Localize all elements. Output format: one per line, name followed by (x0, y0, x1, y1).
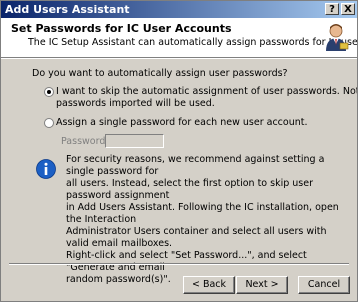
question-text: Do you want to automatically assign user… (32, 68, 288, 79)
add-users-assistant-window: Add Users Assistant ? X Set Passwords fo… (0, 0, 358, 302)
password-label: Password: (61, 136, 109, 147)
security-note-line: all users. Instead, select the first opt… (66, 178, 313, 201)
radio-selected-dot (47, 90, 51, 94)
password-field[interactable] (105, 134, 164, 148)
footer-separator-highlight (9, 264, 349, 265)
option-skip-label-line1: I want to skip the automatic assignment … (56, 86, 357, 97)
back-button[interactable]: < Back (183, 276, 235, 294)
window-title: Add Users Assistant (5, 3, 130, 16)
title-bar[interactable]: Add Users Assistant ? X (1, 1, 357, 18)
cancel-button[interactable]: Cancel (298, 276, 350, 294)
user-icon (326, 24, 349, 51)
page-subtitle: The IC Setup Assistant can automatically… (28, 37, 358, 48)
security-note: For security reasons, we recommend again… (66, 154, 351, 286)
radio-skip[interactable] (44, 87, 54, 97)
security-note-line: For security reasons, we recommend again… (66, 154, 325, 177)
help-button[interactable]: ? (325, 3, 339, 15)
security-note-line: Administrator Users container and select… (66, 226, 327, 249)
radio-single[interactable] (44, 118, 54, 128)
page-title: Set Passwords for IC User Accounts (11, 22, 232, 35)
option-skip-label-line2: passwords imported will be used. (56, 98, 215, 109)
next-button[interactable]: Next > (236, 276, 288, 294)
option-single-label: Assign a single password for each new us… (56, 117, 308, 128)
close-button[interactable]: X (341, 3, 355, 15)
security-note-line: Right-click and select "Set Password..."… (66, 250, 307, 273)
wizard-header: Set Passwords for IC User Accounts The I… (1, 18, 357, 58)
info-icon (36, 159, 56, 179)
security-note-line: in Add Users Assistant. Following the IC… (66, 202, 339, 225)
header-separator (1, 58, 357, 59)
